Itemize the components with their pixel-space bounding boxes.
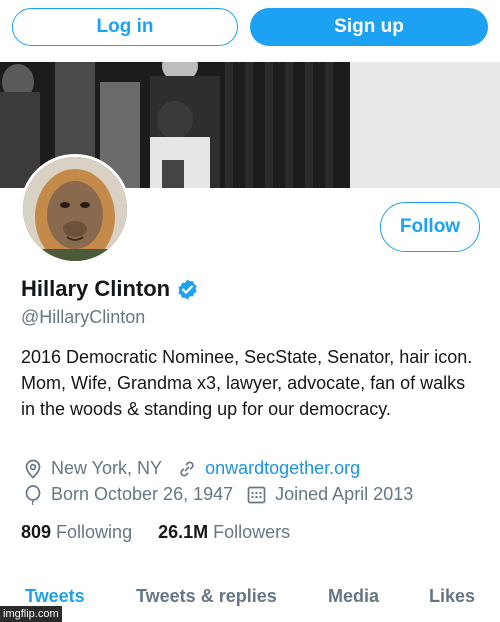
location-text: New York, NY — [51, 458, 163, 478]
following-stat[interactable]: 809 Following — [21, 522, 132, 543]
profile-meta-row-2: Born October 26, 1947 Joined April 2013 — [24, 484, 413, 505]
followers-count: 26.1M — [158, 522, 209, 542]
following-count: 809 — [21, 522, 52, 542]
verified-badge-icon — [178, 278, 197, 300]
birthday-text: Born October 26, 1947 — [51, 484, 234, 504]
top-auth-bar: Log in Sign up — [0, 0, 500, 62]
followers-stat[interactable]: 26.1M Followers — [158, 522, 290, 543]
birthday-item: Born October 26, 1947 — [24, 484, 233, 505]
profile-name-row: Hillary Clinton — [21, 276, 199, 302]
login-button[interactable]: Log in — [12, 8, 238, 46]
location-pin-icon — [25, 459, 41, 479]
joined-item: Joined April 2013 — [247, 484, 413, 505]
signup-button[interactable]: Sign up — [250, 8, 488, 46]
profile-stats: 809 Following 26.1M Followers — [21, 522, 290, 543]
profile-bio: 2016 Democratic Nominee, SecState, Senat… — [21, 347, 473, 419]
following-label: Following — [56, 522, 133, 542]
follow-button[interactable]: Follow — [380, 202, 480, 252]
balloon-icon — [25, 484, 41, 505]
followers-label: Followers — [213, 522, 291, 542]
website-link[interactable]: onwardtogether.org — [205, 458, 360, 479]
calendar-icon — [247, 486, 266, 504]
website-item[interactable]: onwardtogether.org — [178, 458, 360, 479]
link-icon — [180, 461, 194, 476]
profile-meta-row-1: New York, NY onwardtogether.org — [24, 458, 360, 479]
profile-tabs: Tweets Tweets & replies Media Likes — [0, 586, 500, 622]
joined-text: Joined April 2013 — [275, 484, 414, 504]
tab-media[interactable]: Media — [328, 586, 379, 607]
location-item: New York, NY — [24, 458, 162, 479]
profile-handle: @HillaryClinton — [21, 307, 146, 327]
display-name: Hillary Clinton — [21, 276, 171, 301]
tab-tweets[interactable]: Tweets — [25, 586, 85, 607]
tab-tweets-and-replies[interactable]: Tweets & replies — [136, 586, 277, 607]
avatar-image — [23, 157, 127, 261]
profile-avatar[interactable] — [20, 154, 130, 264]
imgflip-watermark: imgflip.com — [0, 606, 62, 622]
tab-likes[interactable]: Likes — [429, 586, 475, 607]
